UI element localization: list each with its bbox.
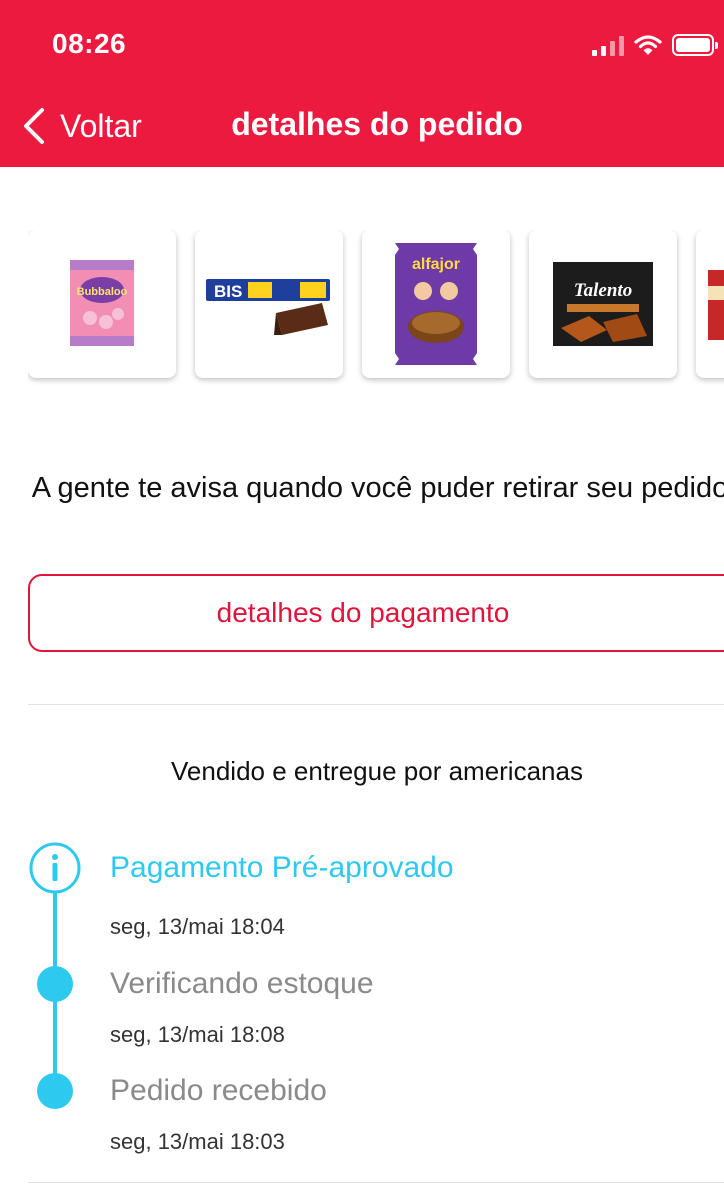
alfajor-product-image: alfajor — [395, 243, 477, 365]
seller-info: Vendido e entregue por americanas — [171, 756, 583, 786]
dot-icon — [37, 966, 73, 1002]
product-thumbnail[interactable]: Talento — [529, 230, 677, 378]
divider — [28, 1182, 724, 1183]
payment-details-label: detalhes do pagamento — [216, 597, 510, 628]
candy-bag-product-image: Bubbaloo — [70, 260, 134, 346]
info-icon — [29, 842, 81, 894]
page-title: detalhes do pedido — [231, 106, 523, 142]
product-thumbnail[interactable]: alfajor — [362, 230, 510, 378]
timeline-step-date: seg, 13/mai 18:04 — [110, 914, 285, 939]
svg-text:Talento: Talento — [574, 280, 632, 301]
timeline-step-date: seg, 13/mai 18:08 — [110, 1022, 285, 1047]
battery-icon — [672, 34, 718, 56]
dot-icon — [37, 1073, 73, 1109]
signal-icon — [592, 34, 624, 56]
svg-text:alfajor: alfajor — [412, 256, 460, 273]
chocolate-bar-product-image: Talento — [553, 262, 653, 346]
timeline-step-title: Pedido recebido — [110, 1074, 327, 1107]
product-thumbnail[interactable]: Bubbaloo — [28, 230, 176, 378]
divider — [28, 704, 724, 705]
timeline-step-title: Verificando estoque — [110, 967, 374, 1000]
header: 08:26 Voltar detalhes do pedido — [0, 0, 724, 167]
partial-product-image — [708, 270, 724, 340]
wafer-chocolate-product-image: BIS — [206, 279, 330, 335]
pickup-notice: A gente te avisa quando você puder retir… — [31, 472, 724, 504]
status-time: 08:26 — [52, 28, 127, 59]
svg-text:Bubbaloo: Bubbaloo — [77, 286, 128, 298]
timeline-step-title: Pagamento Pré-aprovado — [110, 851, 454, 884]
product-thumbnail[interactable]: BIS — [195, 230, 343, 378]
product-carousel[interactable]: Bubbaloo BIS alfajor Talento — [28, 230, 724, 390]
svg-text:BIS: BIS — [214, 282, 242, 301]
status-icons — [592, 30, 718, 60]
payment-details-button[interactable]: detalhes do pagamento — [28, 574, 724, 652]
timeline-step-date: seg, 13/mai 18:03 — [110, 1129, 285, 1154]
wifi-icon — [634, 35, 662, 55]
product-thumbnail[interactable] — [696, 230, 724, 378]
